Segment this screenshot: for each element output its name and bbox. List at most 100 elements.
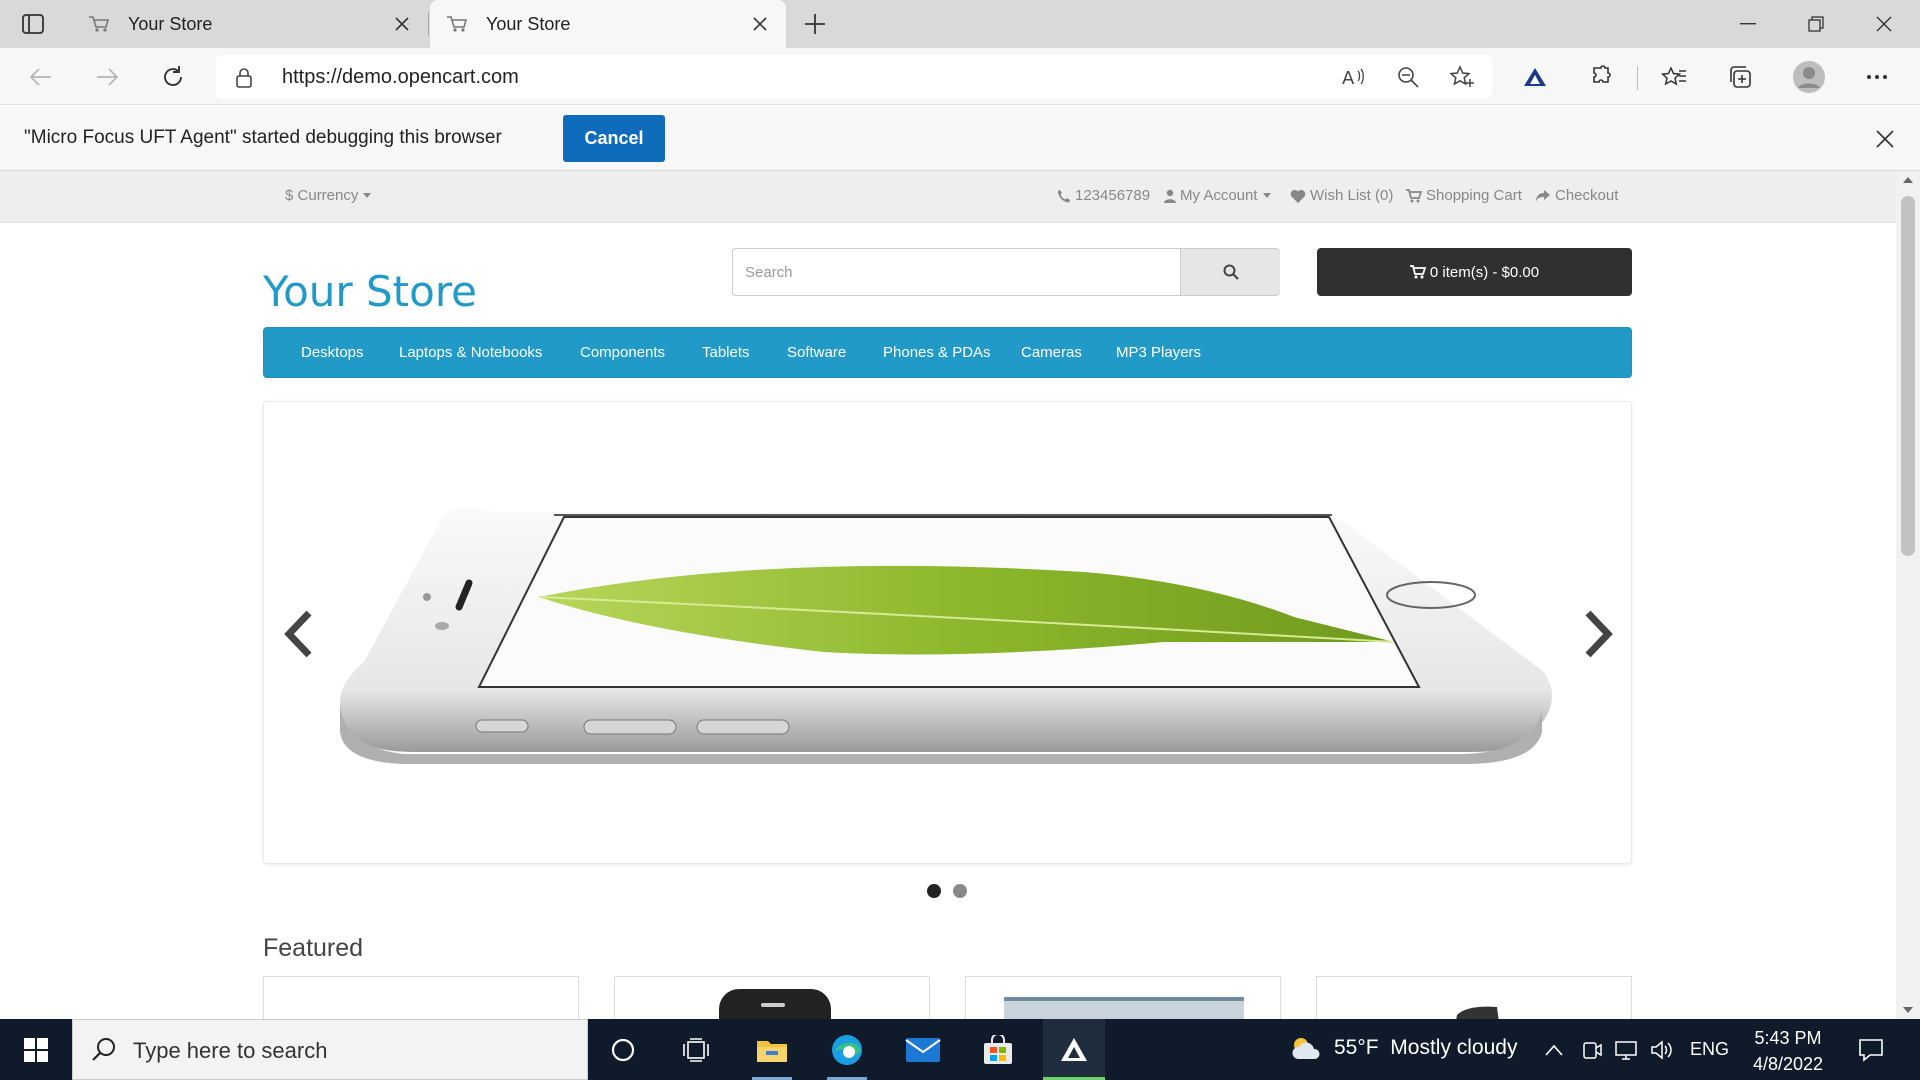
store-logo[interactable]: Your Store	[263, 267, 477, 316]
file-explorer-icon[interactable]	[742, 1019, 802, 1080]
windows-taskbar: Type here to search 55°F Mostly cloudy E…	[0, 1019, 1920, 1080]
minimize-icon[interactable]	[1714, 0, 1782, 48]
checkout-link[interactable]: Checkout	[1535, 187, 1618, 204]
search-icon	[91, 1036, 117, 1067]
slide-pagination	[927, 884, 967, 898]
slide-prev-icon[interactable]	[278, 604, 318, 664]
currency-dropdown[interactable]: $ Currency	[285, 187, 372, 204]
restore-icon[interactable]	[1782, 0, 1850, 48]
cart-button[interactable]: 0 item(s) - $0.00	[1317, 248, 1632, 296]
debug-infobar: "Micro Focus UFT Agent" started debuggin…	[0, 106, 1920, 171]
back-icon[interactable]	[24, 60, 58, 94]
scroll-thumb[interactable]	[1901, 196, 1915, 556]
browser-tab-2[interactable]: Your Store	[430, 0, 786, 48]
new-tab-icon[interactable]	[800, 10, 830, 38]
scroll-down-icon[interactable]	[1903, 1007, 1913, 1013]
collections-icon[interactable]	[1723, 60, 1757, 94]
meet-now-icon[interactable]	[1578, 1037, 1606, 1063]
favorites-icon[interactable]	[1657, 60, 1691, 94]
product-card[interactable]	[965, 976, 1281, 1019]
slide-dot-2[interactable]	[953, 884, 967, 898]
menu-item-phones[interactable]: Phones & PDAs	[883, 344, 991, 361]
close-window-icon[interactable]	[1850, 0, 1918, 48]
uft-app-icon[interactable]	[1043, 1019, 1105, 1080]
menu-item-components[interactable]: Components	[580, 344, 665, 361]
heart-icon	[1290, 189, 1306, 203]
edge-browser-icon[interactable]	[817, 1019, 877, 1080]
address-bar[interactable]: https://demo.opencart.com A	[216, 55, 1492, 99]
url-text[interactable]: https://demo.opencart.com	[282, 66, 519, 89]
phone-number: 123456789	[1075, 187, 1151, 204]
product-card[interactable]	[1316, 976, 1632, 1019]
svg-text:A: A	[1342, 68, 1355, 88]
taskbar-search[interactable]: Type here to search	[72, 1019, 588, 1080]
search-button[interactable]	[1180, 249, 1280, 295]
shopping-cart-label: Shopping Cart	[1426, 187, 1522, 204]
zoom-out-icon[interactable]	[1392, 61, 1424, 93]
profile-avatar-icon[interactable]	[1790, 58, 1828, 96]
user-icon	[1164, 189, 1176, 203]
mail-icon[interactable]	[893, 1019, 953, 1080]
slideshow[interactable]	[263, 401, 1632, 864]
wish-list-label: Wish List (0)	[1310, 187, 1394, 204]
search-input[interactable]	[733, 249, 1180, 295]
cloudy-weather-icon	[1292, 1038, 1320, 1059]
more-options-icon[interactable]	[1860, 60, 1894, 94]
share-icon	[1536, 189, 1550, 202]
currency-symbol: $	[285, 187, 294, 204]
infobar-message: "Micro Focus UFT Agent" started debuggin…	[24, 127, 502, 148]
forward-icon[interactable]	[90, 60, 124, 94]
slide-dot-1[interactable]	[927, 884, 941, 898]
volume-icon[interactable]	[1648, 1037, 1676, 1063]
browser-toolbar: https://demo.opencart.com A	[0, 48, 1920, 105]
refresh-icon[interactable]	[156, 60, 190, 94]
chevron-up-icon[interactable]	[1540, 1037, 1568, 1063]
cortana-icon[interactable]	[593, 1019, 653, 1080]
product-image-laptop	[1004, 997, 1244, 1019]
shopping-cart-link[interactable]: Shopping Cart	[1406, 187, 1522, 204]
add-favorite-icon[interactable]	[1446, 61, 1478, 93]
menu-item-software[interactable]: Software	[787, 344, 846, 361]
clock[interactable]: 5:43 PM 4/8/2022	[1744, 1025, 1832, 1077]
browser-tab-1[interactable]: Your Store	[72, 0, 429, 48]
notifications-icon[interactable]	[1856, 1035, 1886, 1065]
uft-extension-icon[interactable]	[1518, 60, 1552, 94]
read-aloud-icon[interactable]: A	[1338, 61, 1370, 93]
close-infobar-icon[interactable]	[1872, 126, 1898, 152]
extensions-icon[interactable]	[1584, 60, 1618, 94]
caret-down-icon	[363, 193, 372, 198]
menu-item-laptops[interactable]: Laptops & Notebooks	[399, 344, 542, 361]
tab-actions-icon[interactable]	[20, 11, 46, 37]
wish-list-link[interactable]: Wish List (0)	[1290, 187, 1393, 204]
menu-item-mp3-players[interactable]: MP3 Players	[1116, 344, 1201, 361]
search-icon	[1223, 264, 1239, 280]
store-top-bar: $ Currency 123456789 My Account Wish Lis…	[0, 171, 1896, 223]
task-view-icon[interactable]	[666, 1019, 726, 1080]
lock-icon[interactable]	[236, 68, 252, 93]
slide-next-icon[interactable]	[1579, 604, 1619, 664]
scroll-up-icon[interactable]	[1903, 177, 1913, 183]
checkout-label: Checkout	[1555, 187, 1619, 204]
phone-icon	[1058, 189, 1070, 202]
network-icon[interactable]	[1612, 1037, 1640, 1063]
product-image-camera	[1456, 1006, 1499, 1019]
weather-widget[interactable]: 55°F Mostly cloudy	[1290, 1035, 1517, 1061]
taskbar-search-placeholder: Type here to search	[133, 1038, 328, 1063]
phone-link[interactable]: 123456789	[1057, 187, 1150, 204]
cancel-button[interactable]: Cancel	[563, 115, 665, 162]
windows-start-icon[interactable]	[12, 1031, 60, 1069]
page-viewport: $ Currency 123456789 My Account Wish Lis…	[0, 171, 1896, 1019]
close-tab-icon[interactable]	[750, 14, 770, 34]
page-scrollbar[interactable]	[1896, 171, 1920, 1019]
menu-item-desktops[interactable]: Desktops	[301, 344, 364, 361]
menu-item-cameras[interactable]: Cameras	[1021, 344, 1082, 361]
menu-item-tablets[interactable]: Tablets	[702, 344, 750, 361]
toolbar-divider	[1637, 66, 1638, 90]
my-account-dropdown[interactable]: My Account	[1164, 187, 1271, 204]
language-indicator[interactable]: ENG	[1690, 1039, 1729, 1060]
product-card[interactable]	[263, 976, 579, 1019]
microsoft-store-icon[interactable]	[968, 1019, 1028, 1080]
product-card[interactable]	[614, 976, 930, 1019]
close-tab-icon[interactable]	[392, 14, 412, 34]
featured-heading: Featured	[263, 934, 364, 962]
